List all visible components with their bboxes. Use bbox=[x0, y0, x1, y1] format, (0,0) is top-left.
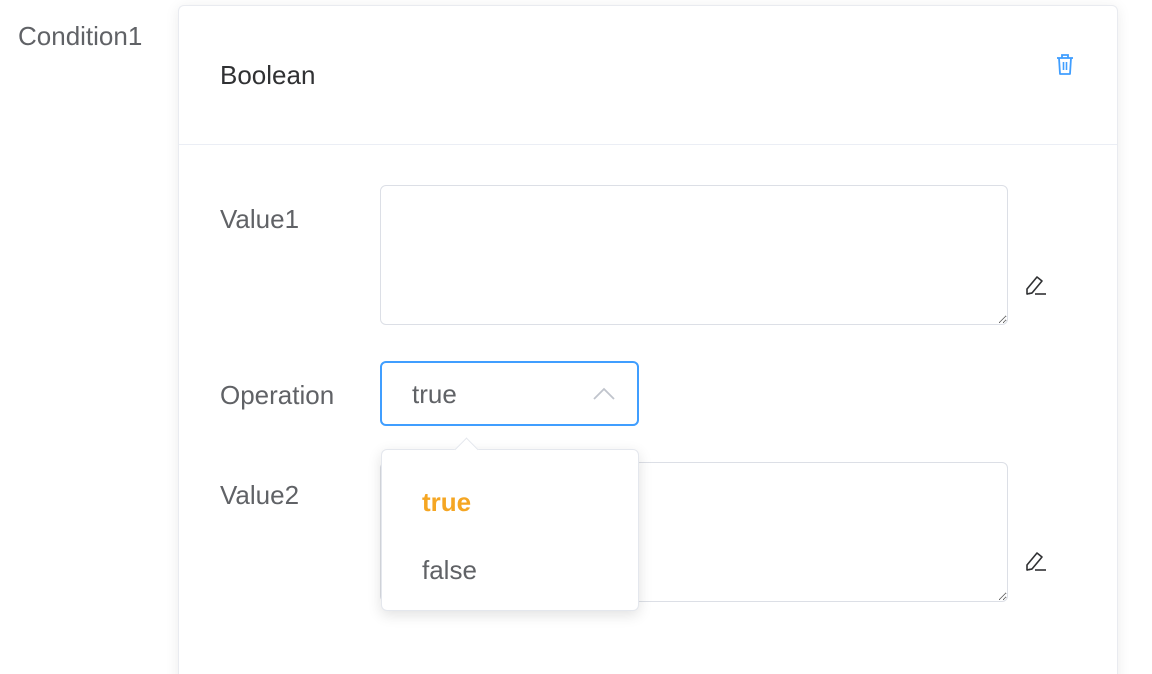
value1-label: Value1 bbox=[220, 204, 300, 234]
dropdown-option-false[interactable]: false bbox=[382, 540, 638, 600]
chevron-up-icon bbox=[592, 387, 616, 401]
pencil-icon[interactable] bbox=[1021, 272, 1051, 302]
dropdown-option-true[interactable]: true bbox=[382, 472, 638, 532]
condition-label: Condition1 bbox=[18, 21, 143, 51]
operation-label: Operation bbox=[220, 380, 335, 410]
pencil-icon[interactable] bbox=[1021, 548, 1051, 578]
value1-textarea[interactable] bbox=[380, 185, 1008, 325]
operation-selected-value: true bbox=[412, 379, 457, 409]
option-label: true bbox=[422, 487, 472, 517]
card-header: Boolean bbox=[179, 6, 1117, 145]
condition-card: Boolean Value1 Operation true Value2 tru… bbox=[178, 5, 1118, 674]
page: Condition1 Boolean Value1 Operation true… bbox=[0, 0, 1152, 674]
option-label: false bbox=[422, 555, 477, 585]
card-title: Boolean bbox=[220, 60, 316, 90]
operation-select[interactable]: true bbox=[380, 361, 639, 426]
operation-dropdown: true false bbox=[381, 437, 639, 611]
value2-label: Value2 bbox=[220, 480, 300, 510]
trash-icon[interactable] bbox=[1051, 50, 1079, 78]
dropdown-pointer bbox=[454, 437, 479, 462]
